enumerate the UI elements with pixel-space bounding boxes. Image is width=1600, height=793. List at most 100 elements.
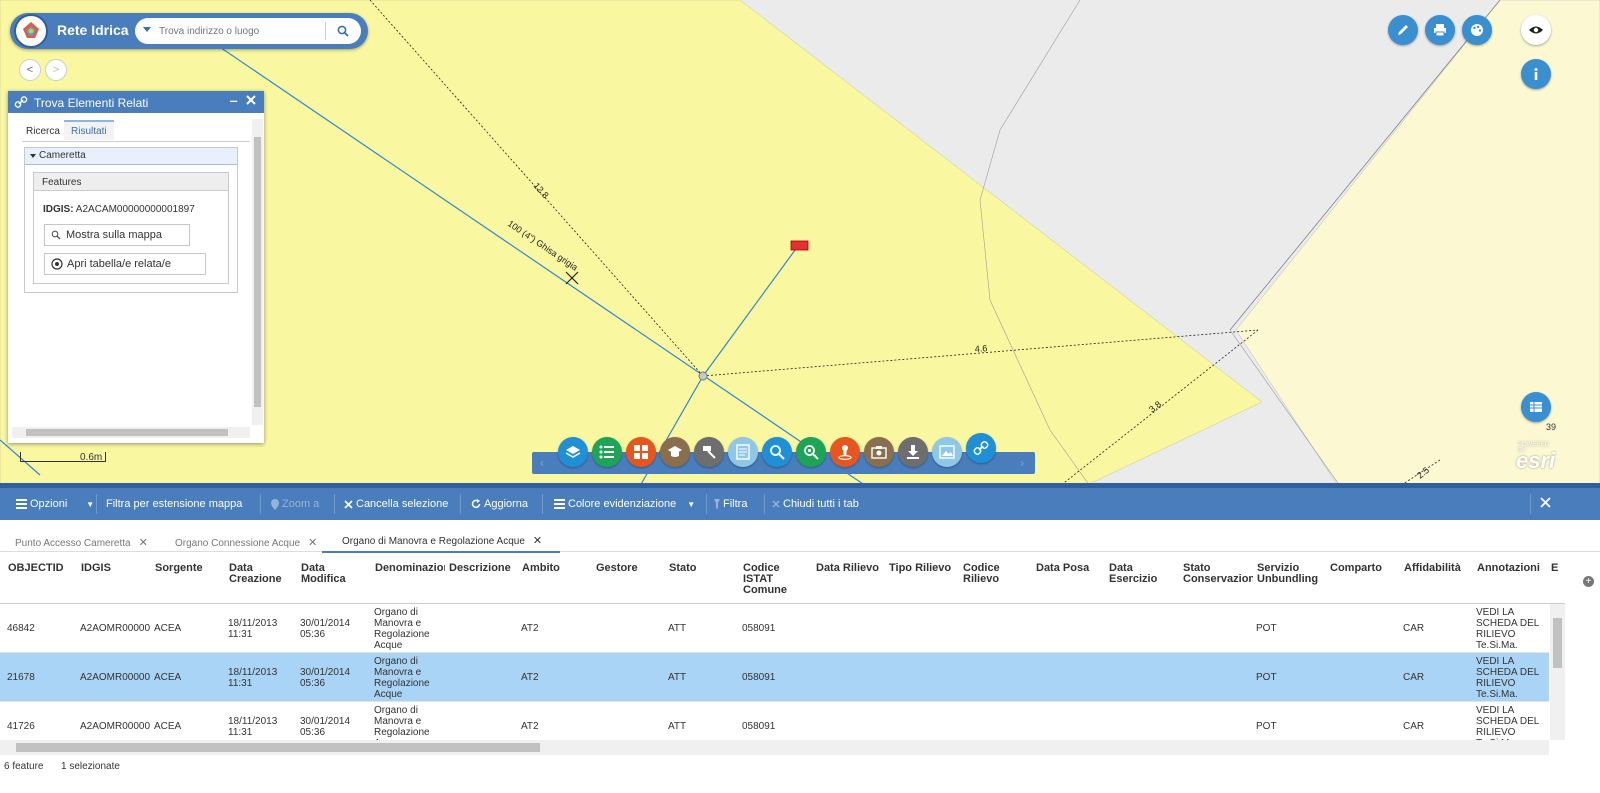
printer-icon (1434, 24, 1446, 37)
scroll-thumb[interactable] (254, 137, 261, 407)
column-header[interactable]: Data Posa (1036, 563, 1106, 574)
analysis-button[interactable] (660, 437, 690, 467)
search-source-dropdown[interactable] (143, 27, 151, 32)
panel-scrollbar-horizontal[interactable] (12, 427, 250, 438)
close-panel-button[interactable] (246, 94, 256, 108)
column-header[interactable]: E (1551, 563, 1563, 574)
search-tool-button[interactable] (762, 437, 792, 467)
basemap-button[interactable] (626, 437, 656, 467)
filter-extent-button[interactable]: Filtra per estensione mappa (106, 498, 242, 510)
scale-label: 0.6m (80, 452, 103, 463)
close-all-tabs-button[interactable]: Chiudi tutti i tab (772, 498, 859, 510)
close-tab-icon[interactable]: ✕ (533, 535, 542, 547)
table-cell: 46842 (7, 623, 35, 634)
tab-organo-connessione-acque[interactable]: Organo Connessione Acque ✕ (175, 536, 317, 549)
toolbar-prev-arrow[interactable]: ‹ (535, 455, 549, 471)
close-icon (772, 500, 780, 508)
table-row[interactable]: 46842 A2AOMR00000 ACEA 18/11/2013 11:31 30/0… (0, 604, 1549, 653)
table-cell: AT2 (521, 672, 539, 683)
panel-scrollbar-vertical[interactable] (252, 119, 263, 425)
scroll-thumb[interactable] (1553, 618, 1562, 668)
toolbar-next-arrow[interactable]: › (1015, 455, 1029, 471)
scroll-thumb[interactable] (26, 429, 228, 436)
section-header-cameretta[interactable]: Cameretta (25, 148, 237, 165)
draw-button[interactable] (1388, 15, 1418, 45)
eye-icon (1529, 26, 1543, 34)
column-header[interactable]: Tipo Rilievo (889, 563, 959, 574)
table-cell: ACEA (154, 721, 182, 732)
zoom-to-button[interactable]: Zoom a (271, 498, 319, 510)
theme-button[interactable] (1462, 15, 1492, 45)
nav-forward-button[interactable]: > (45, 59, 67, 81)
column-header[interactable]: Stato (669, 563, 739, 574)
zoom-to-label: Zoom a (282, 498, 320, 510)
print-button[interactable] (1425, 15, 1455, 45)
column-header[interactable]: Annotazioni (1477, 563, 1547, 574)
attribute-table-button[interactable] (1521, 392, 1551, 422)
column-header[interactable]: OBJECTID (8, 563, 78, 574)
refresh-button[interactable]: Aggiorna (471, 498, 528, 510)
legend-button[interactable] (592, 437, 622, 467)
table-scrollbar-horizontal[interactable] (0, 740, 1549, 755)
close-tab-icon[interactable]: ✕ (139, 537, 148, 549)
table-cell: A2AOMR00000 (80, 721, 150, 732)
gallery-icon (871, 446, 887, 459)
add-column-button[interactable]: + (1583, 576, 1594, 587)
table-row[interactable]: 21678 A2AOMR00000 ACEA 18/11/2013 11:31 30/0… (0, 653, 1549, 702)
zoom-search-button[interactable] (796, 437, 826, 467)
column-header[interactable]: Data Rilievo (816, 563, 886, 574)
search-box (135, 18, 361, 44)
column-header[interactable]: Gestore (596, 563, 666, 574)
tab-risultati[interactable]: Risultati (64, 120, 114, 140)
toolbar-separator (1530, 494, 1531, 514)
open-related-tables-button[interactable]: Apri tabella/e relata/e (44, 253, 206, 275)
related-link-button[interactable] (966, 433, 996, 463)
nav-back-button[interactable]: < (19, 59, 41, 81)
column-header[interactable]: Data Esercizio (1109, 563, 1179, 585)
column-header[interactable]: Sorgente (155, 563, 225, 574)
column-header[interactable]: IDGIS (81, 563, 151, 574)
tab-organo-manovra-regolazione[interactable]: Organo di Manovra e Regolazione Acque ✕ (342, 534, 542, 547)
close-tab-icon[interactable]: ✕ (308, 537, 317, 549)
options-menu[interactable]: Opzioni ▼ (16, 498, 94, 510)
measure-button[interactable] (694, 437, 724, 467)
info-button[interactable] (1521, 59, 1551, 89)
highlight-color-label: Colore evidenziazione (568, 498, 677, 510)
map-label: 4.6 (974, 343, 987, 354)
filter-button[interactable]: Filtra (714, 498, 747, 510)
download-button[interactable] (898, 437, 928, 467)
search-button[interactable] (333, 22, 353, 40)
tab-ricerca[interactable]: Ricerca (24, 122, 62, 142)
table-cell: 21678 (7, 672, 35, 683)
table-cell: ACEA (154, 672, 182, 683)
visibility-button[interactable] (1521, 15, 1551, 45)
search-input[interactable] (159, 21, 319, 41)
scroll-thumb[interactable] (16, 743, 540, 752)
close-table-button[interactable] (1540, 497, 1551, 508)
network-node (698, 371, 708, 381)
map-view[interactable]: 100 (4") Ghisa grigia 12.8 4.6 3.8 2.5 R… (0, 0, 1600, 486)
idgis-line: IDGIS: A2ACAM00000000001897 (43, 204, 195, 215)
highlight-color-menu[interactable]: Colore evidenziazione ▼ (554, 498, 695, 510)
query-button[interactable] (728, 437, 758, 467)
show-on-map-button[interactable]: Mostra sulla mappa (44, 224, 190, 246)
column-header[interactable]: Denominazione (375, 563, 445, 574)
column-header[interactable]: Affidabilità (1404, 563, 1474, 574)
clear-selection-button[interactable]: Cancella selezione (344, 498, 448, 510)
tab-punto-accesso-cameretta[interactable]: Punto Accesso Cameretta ✕ (15, 536, 148, 549)
column-header[interactable]: Codice Rilievo (963, 563, 1033, 585)
layers-button[interactable] (558, 437, 588, 467)
column-header[interactable]: Data Modifica (301, 563, 371, 585)
gallery-button[interactable] (864, 437, 894, 467)
column-header[interactable]: Descrizione (449, 563, 519, 574)
column-header[interactable]: Comparto (1330, 563, 1400, 574)
column-header[interactable]: Ambito (522, 563, 592, 574)
column-header[interactable]: Stato Conservazione (1183, 563, 1253, 585)
locate-button[interactable] (830, 437, 860, 467)
table-scrollbar-vertical[interactable] (1550, 604, 1565, 740)
minimize-button[interactable]: ‒ (230, 93, 237, 108)
photo-button[interactable] (932, 437, 962, 467)
column-header[interactable]: Servizio Unbundling (1257, 563, 1327, 585)
column-header[interactable]: Codice ISTAT Comune (743, 563, 813, 596)
column-header[interactable]: Data Creazione (229, 563, 299, 585)
